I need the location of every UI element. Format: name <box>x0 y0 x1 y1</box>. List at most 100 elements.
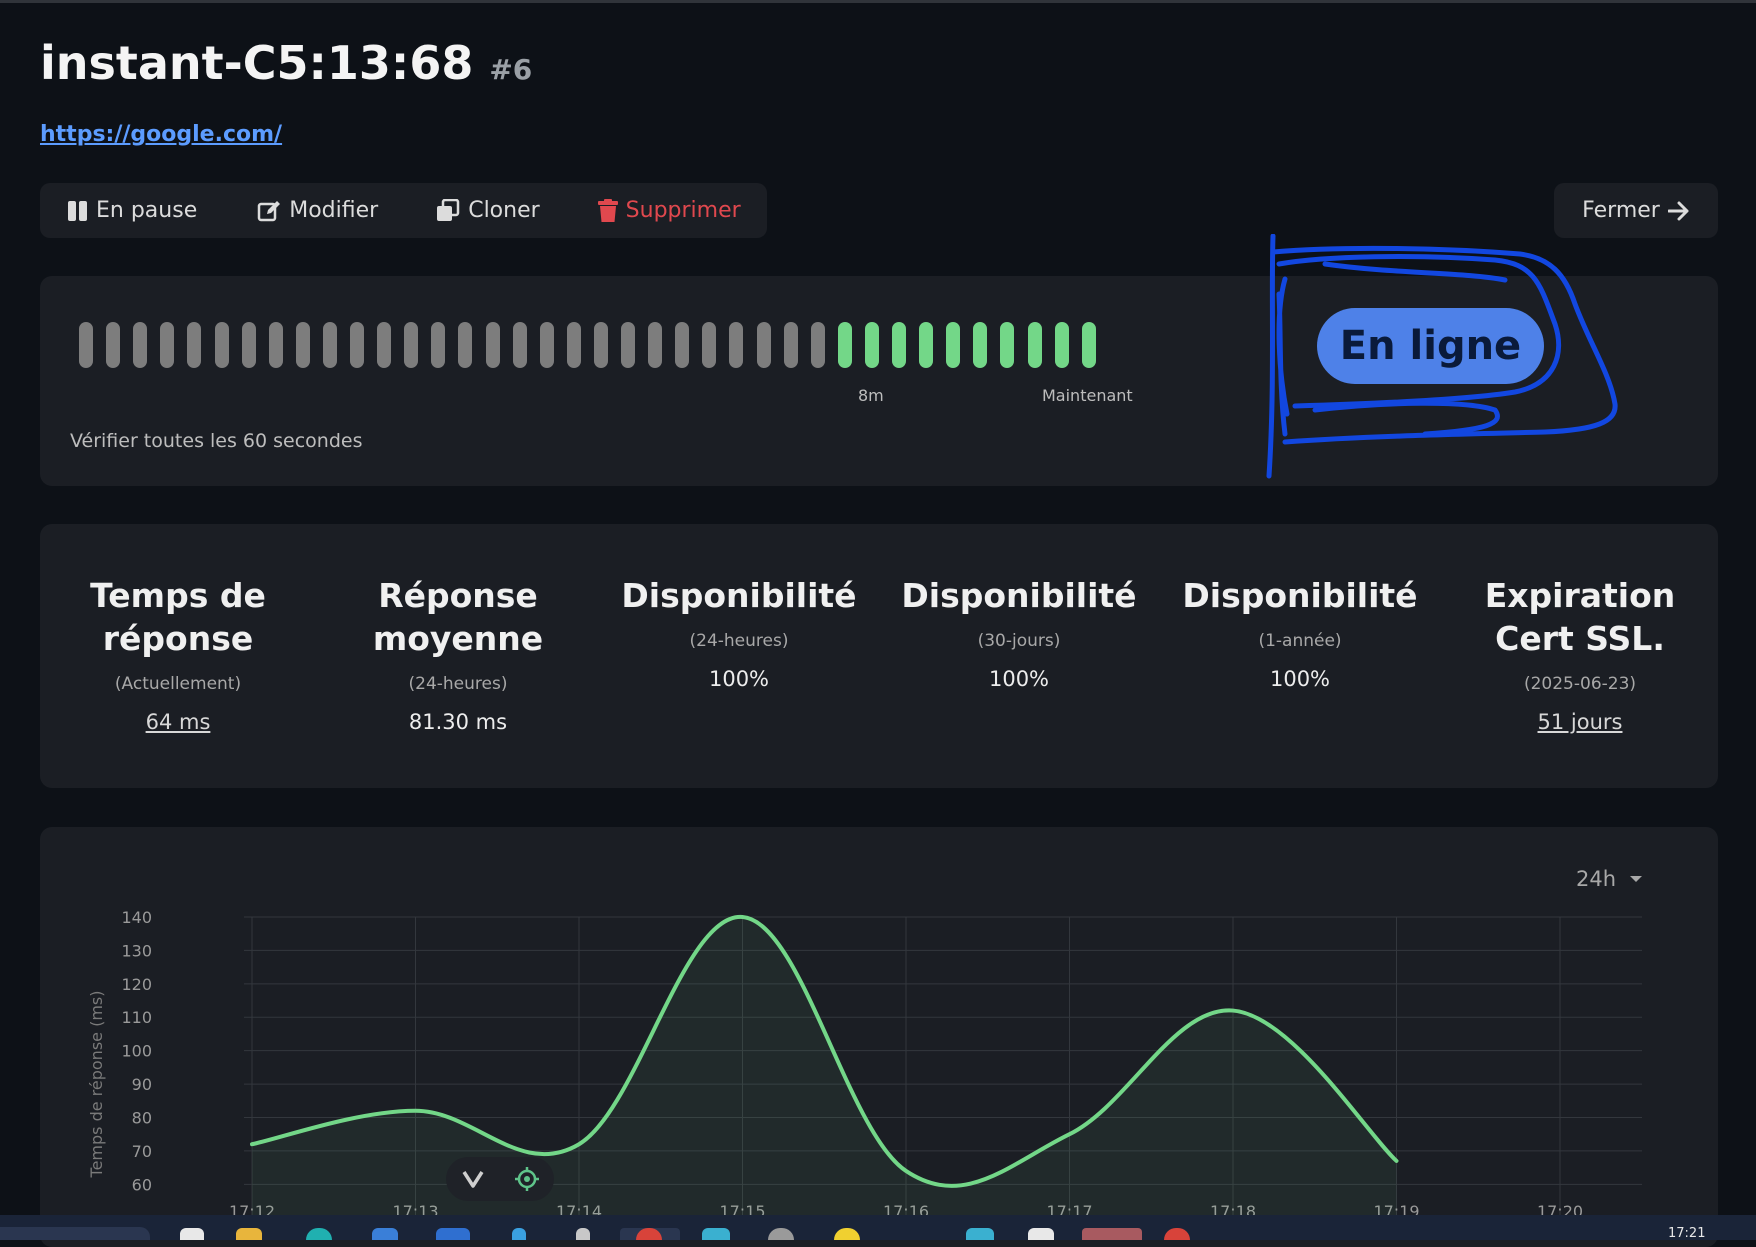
delete-label: Supprimer <box>625 198 741 223</box>
hand-drawn-annotation <box>1266 234 1618 479</box>
clone-button[interactable]: Cloner <box>436 198 540 223</box>
taskbar-app-icon[interactable] <box>372 1228 398 1240</box>
folder-icon[interactable] <box>236 1228 262 1240</box>
monitor-url-link[interactable]: https://google.com/ <box>40 122 282 147</box>
heartbeat-beat[interactable] <box>892 322 906 368</box>
heartbeat-beat[interactable] <box>404 322 419 368</box>
taskbar-app-icon[interactable] <box>436 1228 470 1240</box>
heartbeat-beat[interactable] <box>973 322 988 368</box>
taskbar-app-icon[interactable] <box>1028 1228 1054 1240</box>
stat-response-time: Temps de réponse (Actuellement) 64 ms <box>58 574 298 734</box>
heartbeat-beat[interactable] <box>485 322 500 368</box>
taskbar-active-app[interactable] <box>1082 1228 1142 1240</box>
heartbeat-beat[interactable] <box>350 322 364 368</box>
heartbeat-beat[interactable] <box>756 322 771 368</box>
taskbar-clock: 17:21 <box>1668 1226 1706 1241</box>
pause-label: En pause <box>96 198 198 223</box>
taskbar-app-icon[interactable] <box>768 1228 794 1240</box>
heartbeat-beat[interactable] <box>919 322 934 368</box>
heartbeat-start-label: 8m <box>858 386 884 405</box>
heartbeat-beat[interactable] <box>729 322 744 368</box>
taskbar-app-icon[interactable] <box>834 1228 860 1240</box>
taskbar-app-icon[interactable] <box>306 1228 332 1240</box>
chart-data-point <box>415 1110 416 1112</box>
edit-label: Modifier <box>289 198 379 223</box>
heartbeat-beat[interactable] <box>458 322 473 368</box>
heartbeat-beat[interactable] <box>783 322 798 368</box>
heartbeat-beat[interactable] <box>214 322 229 368</box>
heartbeat-beat[interactable] <box>675 322 690 368</box>
heartbeat-beat[interactable] <box>837 322 852 368</box>
heartbeat-beat[interactable] <box>322 322 337 368</box>
monitor-id: #6 <box>489 53 533 86</box>
heartbeat-beat[interactable] <box>539 322 554 368</box>
taskbar-app-icon[interactable] <box>1164 1228 1190 1240</box>
heartbeat-beat[interactable] <box>106 322 121 368</box>
stats-card: Temps de réponse (Actuellement) 64 ms Ré… <box>40 524 1718 788</box>
stat-title: Disponibilité <box>901 576 1137 615</box>
heartbeat-beat[interactable] <box>377 322 392 368</box>
floating-toolbar <box>446 1157 554 1201</box>
arrow-right-icon <box>1667 201 1689 220</box>
heartbeat-beat[interactable] <box>160 322 175 368</box>
x-tick-label: 17:20 <box>1537 1202 1583 1215</box>
taskbar-app-icon[interactable] <box>966 1228 994 1240</box>
y-tick-label: 130 <box>121 941 152 960</box>
stat-ssl-expiry: Expiration Cert SSL. (2025-06-23) 51 jou… <box>1460 574 1700 734</box>
page-title: instant-C5:13:68 #6 <box>40 36 532 90</box>
heartbeat-beat[interactable] <box>295 322 310 368</box>
stat-uptime-30d: Disponibilité (30-jours) 100% <box>899 574 1139 691</box>
top-border <box>0 0 1756 3</box>
close-button[interactable]: Fermer <box>1554 183 1718 238</box>
heartbeat-beat[interactable] <box>133 322 148 368</box>
heartbeat-beat[interactable] <box>1027 322 1042 368</box>
edit-button[interactable]: Modifier <box>257 198 378 223</box>
heartbeat-beat[interactable] <box>810 322 825 368</box>
clone-label: Cloner <box>468 198 540 223</box>
heartbeat-beat[interactable] <box>864 322 879 368</box>
heartbeat-now-label: Maintenant <box>1042 386 1133 405</box>
heartbeat-beat[interactable] <box>1000 322 1015 368</box>
heartbeat-beat[interactable] <box>79 322 93 368</box>
heartbeat-beat[interactable] <box>946 322 961 368</box>
heartbeat-beat[interactable] <box>268 322 283 368</box>
stat-subtitle: (2025-06-23) <box>1523 674 1637 694</box>
heartbeat-beat[interactable] <box>512 322 527 368</box>
y-axis-label: Temps de réponse (ms) <box>87 991 106 1179</box>
stat-subtitle: (30-jours) <box>977 631 1061 651</box>
y-tick-label: 70 <box>132 1142 152 1161</box>
stat-value-link[interactable]: 64 ms <box>58 710 298 734</box>
pause-button[interactable]: En pause <box>68 198 197 223</box>
chevron-down-icon[interactable] <box>462 1170 484 1188</box>
chart-data-point <box>1232 1010 1234 1012</box>
stat-value: 100% <box>708 667 770 691</box>
heartbeat-beat[interactable] <box>621 322 635 368</box>
stat-subtitle: (Actuellement) <box>114 674 242 694</box>
chart-data-point <box>1069 1133 1070 1135</box>
heartbeat-beat[interactable] <box>1054 322 1069 368</box>
heartbeat-beat[interactable] <box>1081 322 1096 368</box>
stat-title: Disponibilité <box>1182 576 1418 615</box>
heartbeat-beat[interactable] <box>431 322 446 368</box>
heartbeat-beat[interactable] <box>241 322 256 368</box>
chart-data-point <box>905 1170 907 1172</box>
taskbar-app-icon[interactable] <box>576 1228 590 1240</box>
stat-uptime-24h: Disponibilité (24-heures) 100% <box>619 574 859 691</box>
chart-data-point <box>578 1143 580 1145</box>
heartbeat-beat[interactable] <box>566 322 581 368</box>
heartbeat-beat[interactable] <box>187 322 202 368</box>
heartbeat-beat[interactable] <box>702 322 717 368</box>
taskbar-app-icon[interactable] <box>180 1228 204 1240</box>
delete-button[interactable]: Supprimer <box>597 198 741 223</box>
os-taskbar: 17:21 <box>0 1215 1756 1241</box>
stat-value-link[interactable]: 51 jours <box>1460 710 1700 734</box>
stat-title: Disponibilité <box>621 576 857 615</box>
taskbar-app-icon[interactable] <box>702 1228 730 1240</box>
chart-data-point <box>742 916 743 918</box>
y-tick-label: 100 <box>121 1042 152 1061</box>
taskbar-start-area[interactable] <box>0 1227 150 1240</box>
heartbeat-beat[interactable] <box>593 322 608 368</box>
target-icon[interactable] <box>514 1167 539 1191</box>
heartbeat-beat[interactable] <box>648 322 663 368</box>
taskbar-app-icon[interactable] <box>512 1228 526 1240</box>
